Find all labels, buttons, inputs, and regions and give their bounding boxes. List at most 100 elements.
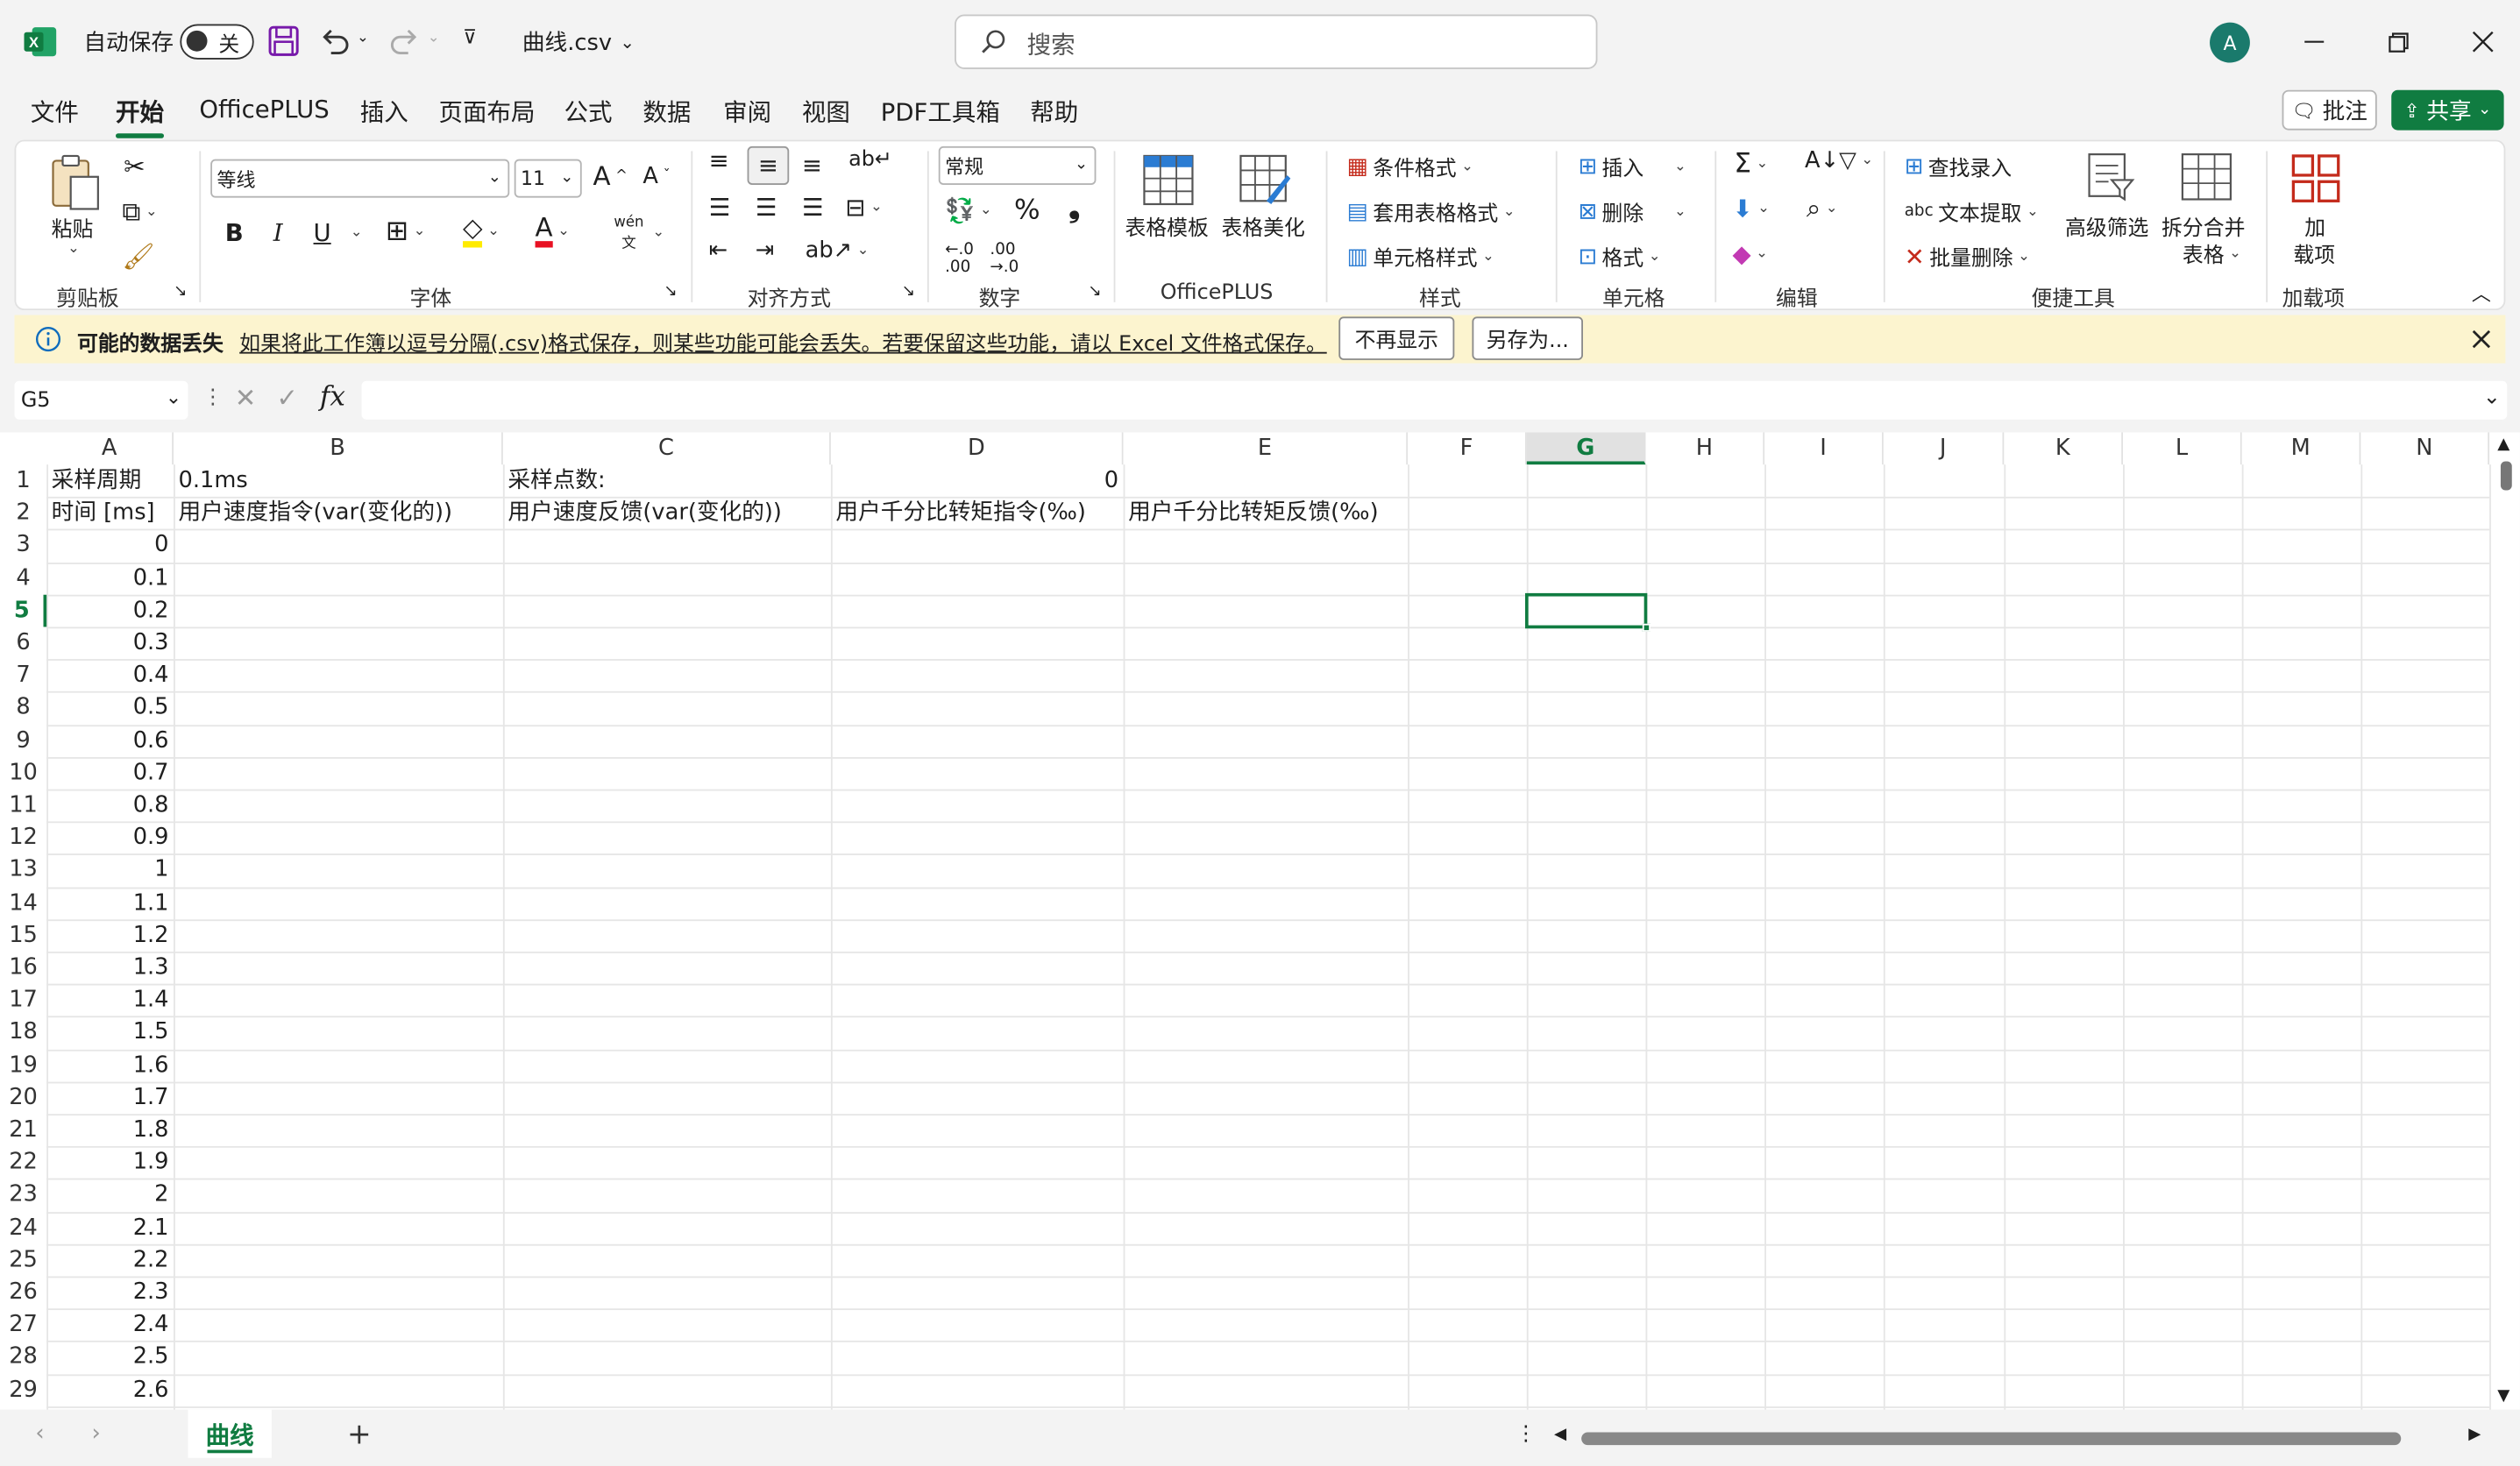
cell-a3[interactable]: 0	[52, 529, 174, 562]
dialog-launcher-icon[interactable]: ↘	[902, 283, 915, 301]
redo-icon[interactable]	[389, 25, 422, 58]
split-merge-icon[interactable]	[2179, 151, 2233, 202]
tab-review[interactable]: 审阅	[723, 95, 771, 129]
column-header[interactable]: J	[1883, 432, 2005, 465]
cell-a27[interactable]: 2.4	[52, 1309, 174, 1342]
cell-c2[interactable]: 用户速度反馈(var(变化的))	[508, 497, 831, 529]
row-header[interactable]: 12	[0, 822, 46, 854]
cell-a19[interactable]: 1.6	[52, 1049, 174, 1081]
row-header[interactable]: 26	[0, 1277, 46, 1309]
cell-a28[interactable]: 2.5	[52, 1342, 174, 1374]
cell-a16[interactable]: 1.3	[52, 952, 174, 984]
addins-icon[interactable]	[2290, 152, 2342, 204]
tab-data[interactable]: 数据	[642, 95, 691, 129]
scroll-left-icon[interactable]: ◀	[1554, 1426, 1566, 1443]
autosum-icon[interactable]: Σ ⌄	[1734, 148, 1768, 181]
split-merge-table-label[interactable]: 表格 ⌄	[2183, 237, 2241, 269]
row-header[interactable]: 1	[0, 464, 46, 497]
row-header[interactable]: 27	[0, 1309, 46, 1342]
column-header[interactable]: L	[2123, 432, 2242, 465]
tab-home[interactable]: 开始	[116, 95, 165, 138]
cell-a29[interactable]: 2.6	[52, 1374, 174, 1406]
italic-button[interactable]: I	[273, 218, 283, 247]
formula-input[interactable]: ⌄	[361, 380, 2508, 420]
tab-formulas[interactable]: 公式	[564, 95, 613, 129]
increase-decimal-icon[interactable]: ←.0.00	[945, 241, 974, 276]
row-header[interactable]: 24	[0, 1211, 46, 1243]
info-message[interactable]: 如果将此工作簿以逗号分隔(.csv)格式保存，则某些功能可能会丢失。若要保留这些…	[239, 326, 1327, 358]
fill-handle[interactable]	[1642, 623, 1651, 632]
cell-d2[interactable]: 用户千分比转矩指令(‰)	[835, 497, 1123, 529]
addins-label-2[interactable]: 载项	[2293, 237, 2335, 269]
close-icon[interactable]	[2470, 328, 2493, 351]
row-header[interactable]: 2	[0, 497, 46, 529]
font-name-select[interactable]: 等线 ⌄	[210, 159, 510, 198]
column-header[interactable]: G	[1526, 432, 1646, 465]
row-header[interactable]: 3	[0, 529, 46, 562]
scroll-down-icon[interactable]: ▼	[2497, 1387, 2509, 1405]
vertical-scrollbar[interactable]	[2500, 461, 2512, 491]
chevron-down-icon[interactable]: ⌄	[351, 225, 363, 241]
cell-e2[interactable]: 用户千分比转矩反馈(‰)	[1128, 497, 1408, 529]
table-beautify-button[interactable]: 表格美化	[1221, 210, 1304, 242]
row-header[interactable]: 14	[0, 887, 46, 919]
row-header[interactable]: 10	[0, 757, 46, 790]
font-size-select[interactable]: 11 ⌄	[514, 159, 582, 198]
row-header[interactable]: 18	[0, 1016, 46, 1049]
tab-file[interactable]: 文件	[31, 95, 79, 129]
find-entry-button[interactable]: ⊞ 查找录入	[1905, 151, 2012, 181]
redo-dropdown-icon[interactable]: ⌄	[428, 31, 440, 46]
column-header[interactable]: H	[1645, 432, 1765, 465]
cell-a4[interactable]: 0.1	[52, 562, 174, 594]
format-painter-icon[interactable]: 🖌	[122, 241, 154, 272]
cell-a22[interactable]: 1.9	[52, 1146, 174, 1179]
save-icon[interactable]	[268, 25, 299, 56]
merge-center-icon[interactable]: ⊟ ⌄	[845, 193, 882, 222]
bulk-delete-button[interactable]: ✕ 批量删除 ⌄	[1905, 241, 2030, 272]
dont-show-again-button[interactable]: 不再显示	[1338, 316, 1455, 360]
scroll-right-icon[interactable]: ▶	[2468, 1426, 2481, 1443]
cell-a1[interactable]: 采样周期	[52, 464, 174, 497]
delete-cells-button[interactable]: ⊠ 删除 ⌄	[1578, 196, 1686, 227]
cell-a21[interactable]: 1.8	[52, 1114, 174, 1146]
column-header[interactable]: A	[46, 432, 174, 465]
row-header[interactable]: 28	[0, 1342, 46, 1374]
row-header[interactable]: 21	[0, 1114, 46, 1146]
align-top-icon[interactable]: ≡	[709, 146, 729, 175]
fill-color-icon[interactable]: ◇ ⌄	[463, 215, 500, 248]
align-bottom-icon[interactable]: ≡	[802, 151, 822, 180]
expand-formula-icon[interactable]: ⌄	[2483, 386, 2501, 410]
more-options-icon[interactable]: ⋮	[202, 386, 224, 410]
format-cells-button[interactable]: ⊡ 格式 ⌄	[1578, 241, 1660, 272]
column-header[interactable]: C	[502, 432, 831, 465]
percent-icon[interactable]: %	[1014, 195, 1040, 227]
restore-icon[interactable]	[2379, 23, 2417, 61]
number-format-select[interactable]: 常规 ⌄	[938, 145, 1097, 185]
orientation-icon[interactable]: ab↗ ⌄	[806, 237, 870, 263]
chevron-down-icon[interactable]: ⌄	[67, 241, 80, 257]
decrease-indent-icon[interactable]: ⇤	[709, 237, 728, 263]
row-header[interactable]: 16	[0, 952, 46, 984]
file-name[interactable]: 曲线.csv ⌄	[522, 0, 635, 83]
confirm-entry-icon[interactable]: ✓	[276, 383, 298, 414]
row-header[interactable]: 7	[0, 659, 46, 691]
phonetic-icon[interactable]: wén 文	[614, 216, 643, 252]
cell-a6[interactable]: 0.3	[52, 627, 174, 659]
cell-a12[interactable]: 0.9	[52, 822, 174, 854]
cell-a8[interactable]: 0.5	[52, 692, 174, 725]
row-header[interactable]: 8	[0, 692, 46, 725]
comma-style-icon[interactable]: ❟	[1068, 191, 1080, 225]
sort-filter-icon[interactable]: A↓▽ ⌄	[1805, 148, 1873, 174]
row-header[interactable]: 22	[0, 1146, 46, 1179]
cancel-entry-icon[interactable]: ✕	[235, 383, 257, 414]
decrease-font-icon[interactable]: Aˇ	[642, 164, 670, 189]
cell-a20[interactable]: 1.7	[52, 1081, 174, 1114]
dialog-launcher-icon[interactable]: ↘	[664, 283, 677, 301]
cell-a26[interactable]: 2.3	[52, 1277, 174, 1309]
sheet-tab[interactable]: 曲线	[188, 1409, 272, 1458]
add-sheet-icon[interactable]: +	[347, 1418, 372, 1452]
column-header[interactable]: B	[174, 432, 503, 465]
cell-a18[interactable]: 1.5	[52, 1016, 174, 1049]
spreadsheet-grid[interactable]: A B C D E F G H I J K L M N 1 采样周期 0.1ms 采样点数: 0 2 时间 [ms] 用户…	[0, 432, 2520, 1410]
insert-cells-button[interactable]: ⊞ 插入 ⌄	[1578, 151, 1686, 181]
